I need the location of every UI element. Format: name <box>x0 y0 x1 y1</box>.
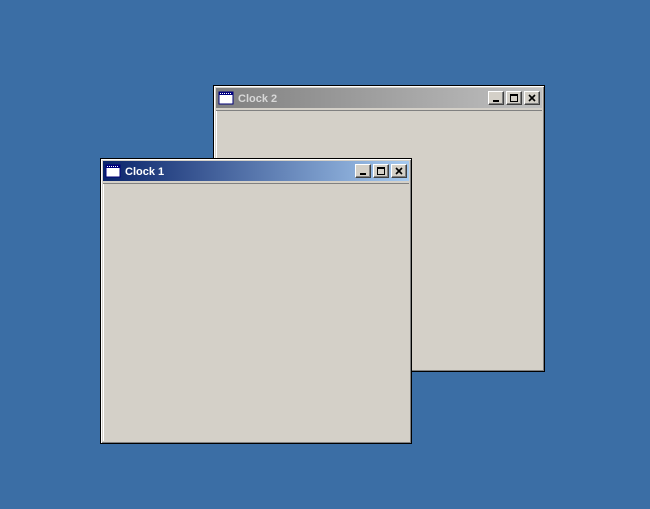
minimize-button[interactable] <box>488 91 504 105</box>
title-buttons <box>353 164 407 178</box>
close-icon <box>395 167 403 175</box>
titlebar-clock-2[interactable]: Clock 2 <box>216 88 542 108</box>
client-area-clock-1 <box>103 183 409 441</box>
close-button[interactable] <box>524 91 540 105</box>
minimize-icon <box>359 167 367 175</box>
minimize-icon <box>492 94 500 102</box>
close-button[interactable] <box>391 164 407 178</box>
maximize-button[interactable] <box>506 91 522 105</box>
close-icon <box>528 94 536 102</box>
window-title: Clock 1 <box>125 165 353 178</box>
window-title: Clock 2 <box>238 92 486 105</box>
window-clock-1[interactable]: Clock 1 <box>100 158 412 444</box>
titlebar-clock-1[interactable]: Clock 1 <box>103 161 409 181</box>
app-icon <box>218 91 234 105</box>
maximize-icon <box>510 94 518 102</box>
title-buttons <box>486 91 540 105</box>
desktop: Clock 2 <box>0 0 650 509</box>
maximize-button[interactable] <box>373 164 389 178</box>
maximize-icon <box>377 167 385 175</box>
app-icon <box>105 164 121 178</box>
minimize-button[interactable] <box>355 164 371 178</box>
